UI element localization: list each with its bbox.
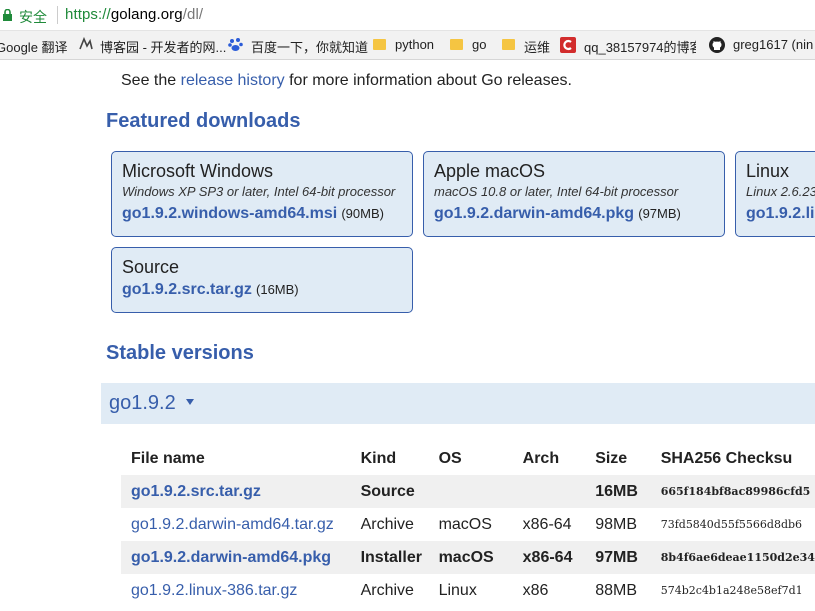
cell-size: 16MB <box>595 475 661 508</box>
table-row: go1.9.2.src.tar.gz Source 16MB 665f184bf… <box>121 475 815 508</box>
cell-arch: x86-64 <box>522 515 572 533</box>
file-link[interactable]: go1.9.2.linux-386.tar.gz <box>131 582 297 599</box>
cell-os <box>438 475 523 508</box>
file-link[interactable]: go1.9.2.src.tar.gz <box>131 483 261 500</box>
cell-size: 88MB <box>595 581 637 599</box>
table-row: go1.9.2.linux-386.tar.gz Archive Linux x… <box>121 574 815 607</box>
table-clip: File name Kind OS Arch Size SHA256 Check… <box>0 0 815 611</box>
col-size: Size <box>595 449 628 467</box>
downloads-table: File name Kind OS Arch Size SHA256 Check… <box>121 442 815 607</box>
cell-sha256: 574b2c4b1a248e58ef7d1 <box>660 584 803 597</box>
cell-kind: Archive <box>360 515 414 533</box>
table-header-row: File name Kind OS Arch Size SHA256 Check… <box>121 442 815 475</box>
table-row: go1.9.2.darwin-amd64.pkg Installer macOS… <box>121 541 815 574</box>
col-arch: Arch <box>522 449 560 467</box>
cell-arch: x86 <box>522 581 549 599</box>
cell-sha256: 665f184bf8ac89986cfd5 <box>660 475 815 508</box>
cell-sha256: 8b4f6ae6deae1150d2e34 <box>660 541 815 574</box>
cell-size: 98MB <box>595 515 637 533</box>
cell-os: Linux <box>438 581 477 599</box>
cell-size: 97MB <box>595 541 661 574</box>
cell-os: macOS <box>438 541 523 574</box>
file-link[interactable]: go1.9.2.darwin-amd64.pkg <box>131 549 331 566</box>
col-file-name: File name <box>131 449 205 467</box>
col-sha256: SHA256 Checksu <box>660 449 793 467</box>
cell-kind: Archive <box>360 581 414 599</box>
cell-kind: Source <box>360 475 439 508</box>
cell-arch <box>522 475 596 508</box>
cell-os: macOS <box>438 515 492 533</box>
cell-kind: Installer <box>360 541 439 574</box>
cell-arch: x86-64 <box>522 541 596 574</box>
col-kind: Kind <box>360 449 397 467</box>
col-os: OS <box>438 449 462 467</box>
table-row: go1.9.2.darwin-amd64.tar.gz Archive macO… <box>121 508 815 541</box>
file-link[interactable]: go1.9.2.darwin-amd64.tar.gz <box>131 516 334 533</box>
cell-sha256: 73fd5840d55f5566d8db6 <box>660 518 803 531</box>
